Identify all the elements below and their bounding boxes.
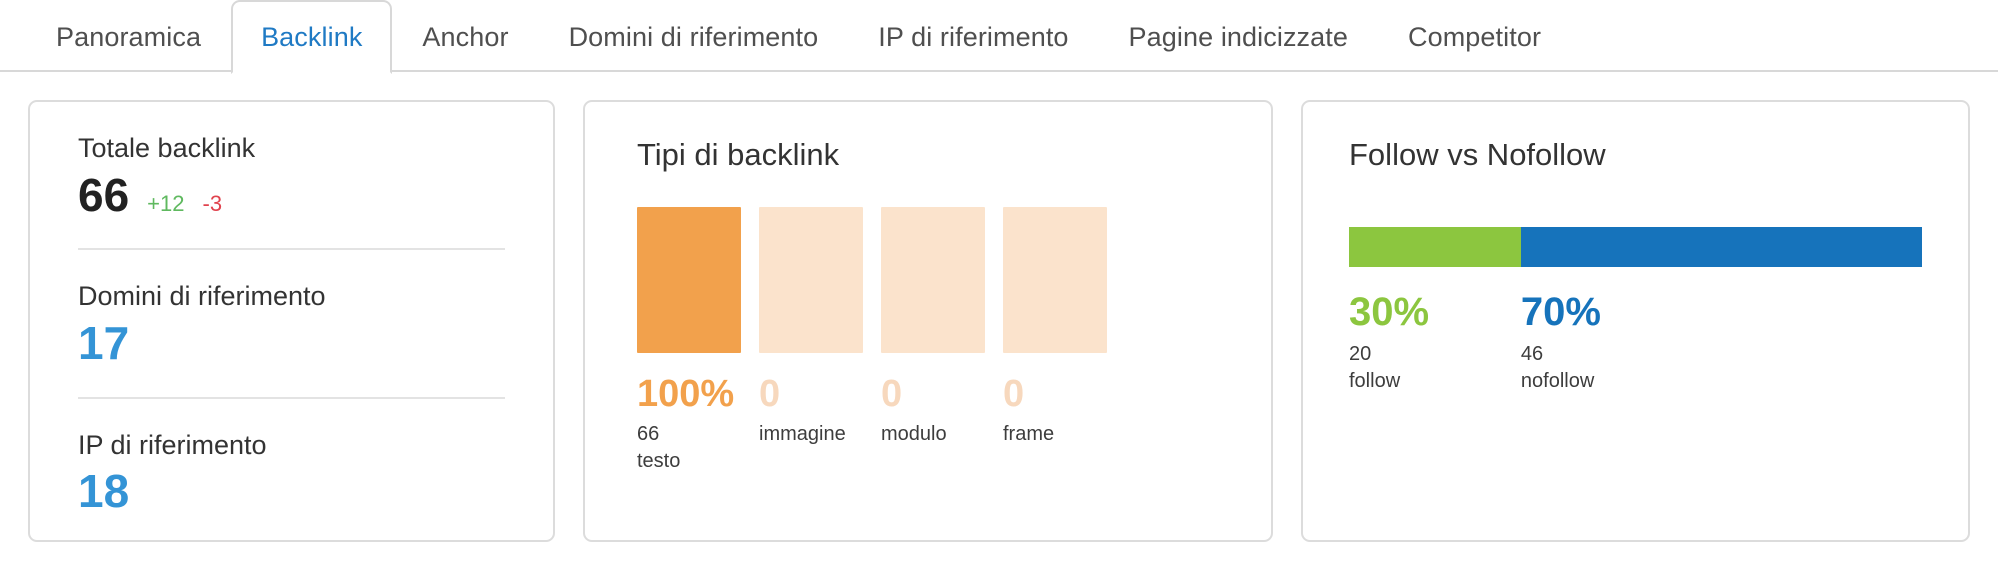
metric-value: 66 (78, 168, 130, 221)
legend-item-testo: 100% 66 testo (637, 373, 741, 475)
metric-delta-down: -3 (202, 190, 223, 216)
bar-percent: 0 (759, 373, 781, 416)
card-title: Tipi di backlink (637, 137, 840, 172)
follow-name: nofollow (1520, 370, 1595, 393)
metric-totale-backlink: Totale backlink 66 +12 -3 (78, 102, 505, 251)
stack-segment-follow (1349, 227, 1521, 268)
follow-name: follow (1349, 370, 1401, 393)
tab-label: Competitor (1407, 21, 1542, 52)
tab-domini-di-riferimento[interactable]: Domini di riferimento (539, 0, 849, 72)
follow-nofollow-legend: 30% 20 follow 70% 46 nofollow (1349, 291, 1922, 395)
legend-item-modulo: 0 modulo (881, 373, 985, 475)
summary-card: Totale backlink 66 +12 -3 Domini di rife… (28, 100, 555, 542)
metric-domini-di-riferimento: Domini di riferimento 17 (78, 250, 505, 399)
backlink-types-chart (637, 207, 1219, 354)
tab-label: Domini di riferimento (568, 21, 819, 52)
follow-nofollow-stacked-bar (1349, 227, 1922, 268)
bar-name: immagine (759, 423, 846, 446)
bar-sub: frame (1003, 421, 1107, 448)
tab-bar: Panoramica Backlink Anchor Domini di rif… (0, 0, 1998, 74)
tab-label: Anchor (422, 21, 509, 52)
legend-item-follow: 30% 20 follow (1349, 291, 1521, 395)
bar-immagine (759, 207, 863, 354)
tab-backlink[interactable]: Backlink (231, 0, 393, 74)
metric-label: IP di riferimento (78, 429, 267, 460)
metric-value-row: 66 +12 -3 (78, 170, 505, 221)
bar-percent: 0 (1003, 373, 1025, 416)
tab-label: Backlink (261, 21, 363, 52)
legend-item-nofollow: 70% 46 nofollow (1521, 291, 1922, 395)
bar-name: modulo (881, 423, 947, 446)
follow-percent: 70% (1520, 290, 1601, 335)
bar-sub: modulo (881, 421, 985, 448)
metric-value-row: 18 (78, 466, 505, 517)
metric-label: Totale backlink (78, 133, 256, 163)
follow-percent: 30% (1349, 290, 1430, 335)
metric-ip-di-riferimento: IP di riferimento 18 (78, 399, 505, 517)
metric-value: 17 (78, 317, 130, 370)
tab-label: Panoramica (56, 21, 202, 52)
follow-vs-nofollow-card: Follow vs Nofollow 30% 20 follow 70% 46 … (1301, 100, 1970, 542)
backlink-types-legend: 100% 66 testo 0 immagine 0 modulo 0 fram… (637, 373, 1219, 475)
stack-segment-nofollow (1520, 227, 1922, 268)
bar-sub: immagine (759, 421, 863, 448)
card-title: Follow vs Nofollow (1349, 137, 1606, 172)
bar-count: 66 (637, 423, 660, 446)
tab-label: Pagine indicizzate (1128, 21, 1348, 52)
bar-modulo (881, 207, 985, 354)
tab-competitor[interactable]: Competitor (1378, 0, 1571, 72)
bar-testo (637, 207, 741, 354)
bar-sub: 66 testo (637, 421, 741, 475)
bar-percent: 100% (637, 373, 735, 416)
tab-anchor[interactable]: Anchor (392, 0, 538, 72)
bar-name: frame (1003, 423, 1055, 446)
follow-count: 46 (1520, 343, 1544, 366)
bar-name: testo (637, 450, 681, 473)
bar-frame (1003, 207, 1107, 354)
follow-sub: 46 nofollow (1521, 341, 1922, 395)
metric-value: 18 (78, 465, 130, 518)
metric-label: Domini di riferimento (78, 281, 326, 312)
cards-row: Totale backlink 66 +12 -3 Domini di rife… (0, 72, 1998, 542)
legend-item-frame: 0 frame (1003, 373, 1107, 475)
follow-sub: 20 follow (1349, 341, 1521, 395)
metric-delta-up: +12 (147, 190, 185, 216)
legend-item-immagine: 0 immagine (759, 373, 863, 475)
tab-panoramica[interactable]: Panoramica (26, 0, 231, 72)
metric-value-row: 17 (78, 318, 505, 369)
tab-ip-di-riferimento[interactable]: IP di riferimento (848, 0, 1098, 72)
bar-percent: 0 (881, 373, 903, 416)
follow-count: 20 (1349, 343, 1372, 366)
backlink-types-card: Tipi di backlink 100% 66 testo 0 immagin… (583, 100, 1273, 542)
tab-pagine-indicizzate[interactable]: Pagine indicizzate (1099, 0, 1378, 72)
tab-label: IP di riferimento (878, 21, 1069, 52)
